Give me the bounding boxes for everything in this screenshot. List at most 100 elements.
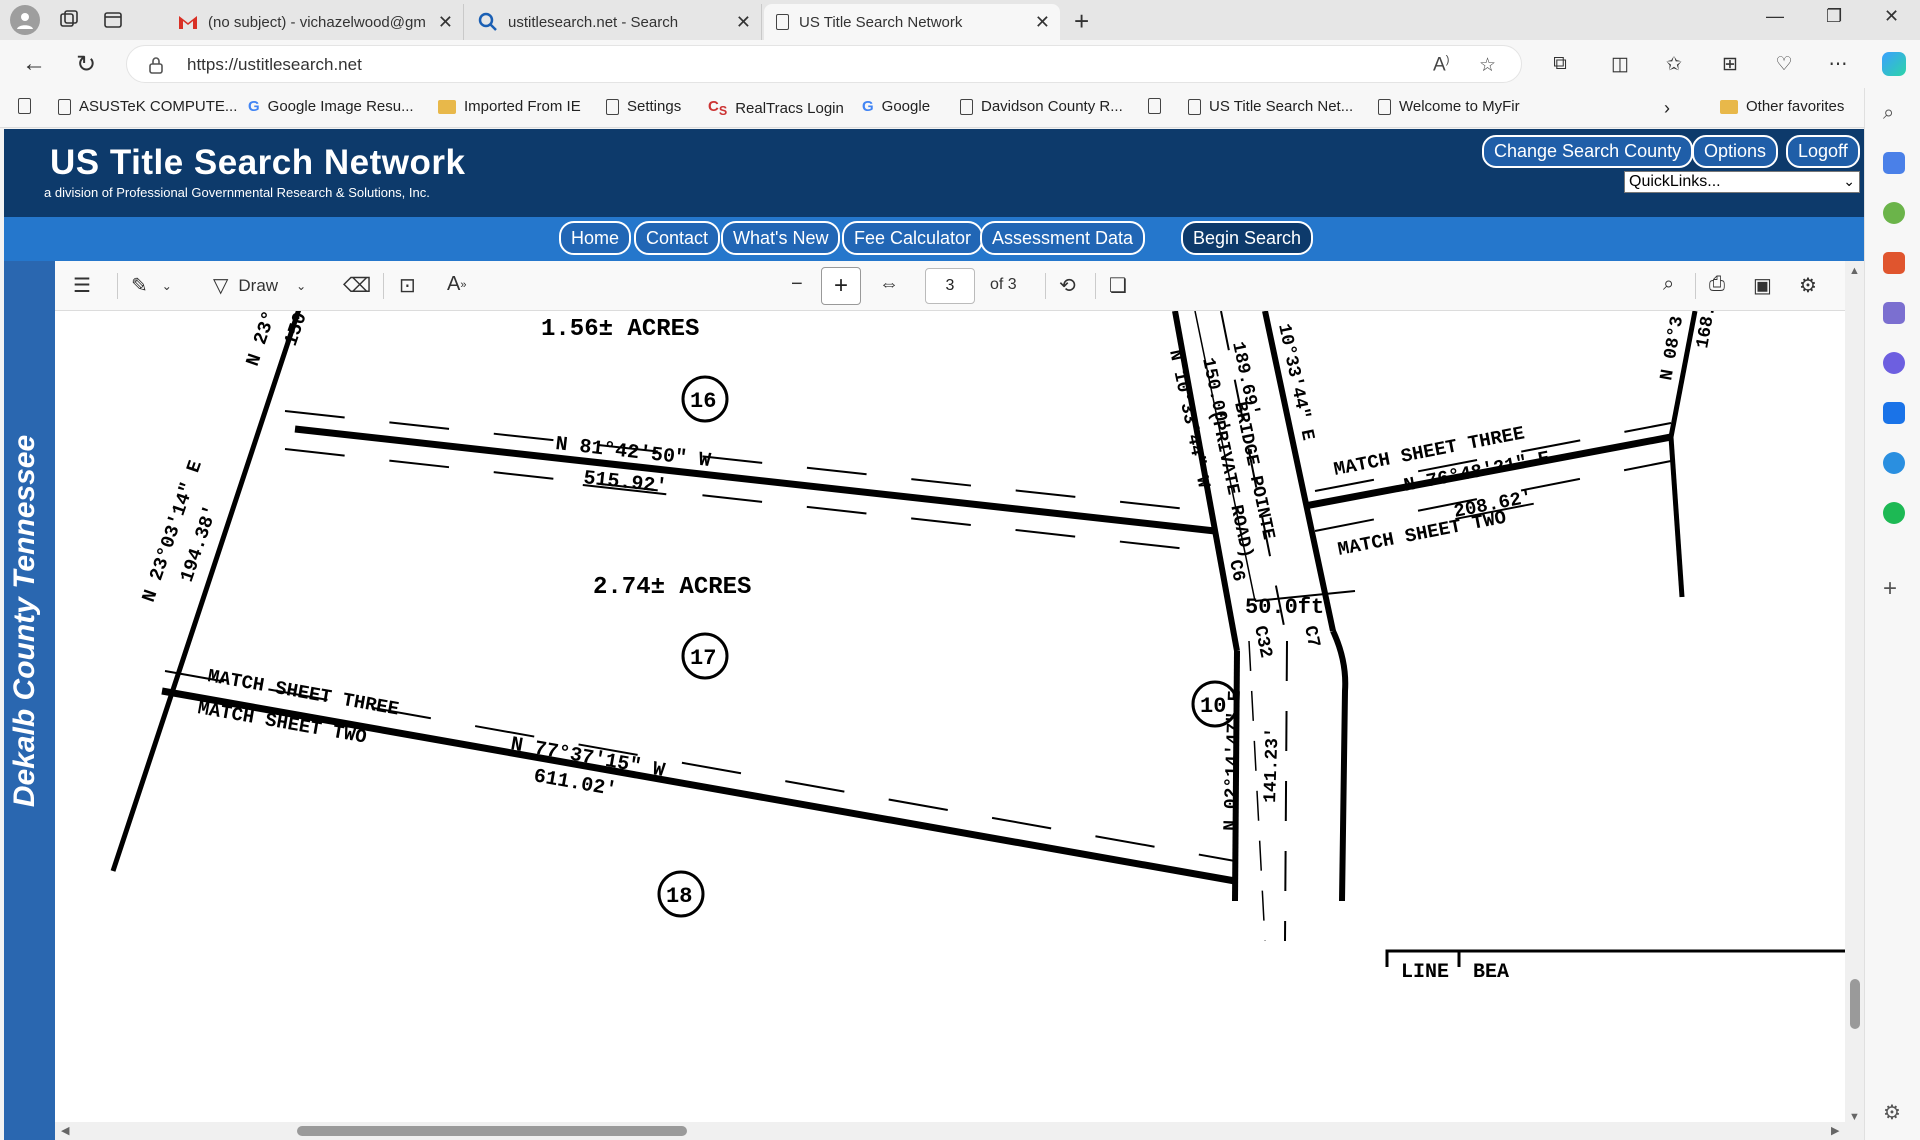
close-tab-icon[interactable]: ✕ [1035,12,1050,33]
scroll-down-icon[interactable]: ▼ [1849,1111,1860,1123]
workspaces-icon[interactable] [54,5,84,35]
extensions-icon[interactable]: ⧉ [1548,52,1572,76]
gmail-icon [179,16,197,29]
outlook-icon[interactable] [1883,402,1905,424]
page-view-icon[interactable]: ❏ [1109,273,1127,298]
browser-essentials-icon[interactable]: ♡ [1772,52,1796,76]
tab-title: (no subject) - vichazelwood@gm [208,13,426,31]
draw-tool[interactable]: ▽ Draw ⌄ [213,273,306,298]
copilot-sidebar-icon[interactable] [1883,352,1905,374]
site-header: US Title Search Network a division of Pr… [4,129,1864,217]
bookmark-apps[interactable] [18,98,39,114]
read-aloud-icon[interactable]: A» [447,273,466,296]
favorite-star-icon[interactable]: ☆ [1479,54,1496,77]
divider [117,273,118,299]
toolbox-icon[interactable] [1883,252,1905,274]
logoff-button[interactable]: Logoff [1786,135,1860,168]
collections-icon[interactable]: ⊞ [1718,52,1742,76]
bookmark-item[interactable]: ASUSTeK COMPUTE... [58,98,237,115]
telegram-icon[interactable] [1883,452,1905,474]
nav-assessment-data[interactable]: Assessment Data [980,221,1146,255]
bookmark-item[interactable]: G Google Image Resu... [248,98,414,115]
change-search-county-button[interactable]: Change Search County [1482,135,1694,168]
other-favorites[interactable]: Other favorites [1720,98,1844,115]
shopping-tag-icon[interactable] [1883,152,1905,174]
page-number-input[interactable]: 3 [925,268,975,304]
horizontal-scrollbar[interactable]: ◀ ▶ [55,1122,1845,1140]
nav-home[interactable]: Home [559,221,632,255]
tab-us-title-search[interactable]: US Title Search Network ✕ [764,4,1060,40]
minimize-button[interactable]: — [1766,6,1784,27]
zoom-in-button[interactable]: + [821,267,861,305]
spotify-icon[interactable] [1883,502,1905,524]
quicklinks-select[interactable]: QuickLinks... ⌄ [1624,171,1860,193]
contents-icon[interactable]: ☰ [73,273,91,298]
restore-button[interactable]: ❐ [1826,6,1842,27]
read-aloud-icon[interactable]: A) [1433,54,1449,76]
bookmark-label: Davidson County R... [981,98,1123,115]
print-icon[interactable]: ⎙ [1709,273,1725,296]
scroll-up-icon[interactable]: ▲ [1849,265,1860,277]
fit-width-icon[interactable]: ⇔ [879,273,899,296]
options-button[interactable]: Options [1692,135,1779,168]
nav-whats-new[interactable]: What's New [721,221,841,255]
bookmark-item[interactable]: G Google [862,98,930,115]
tab-actions-icon[interactable] [98,5,128,35]
settings-icon[interactable]: ⚙ [1799,273,1817,298]
games-icon[interactable] [1883,302,1905,324]
lot-number-17: 17 [690,646,716,671]
tab-search[interactable]: ustitlesearch.net - Search ✕ [466,4,762,40]
new-tab-button[interactable]: + [1074,6,1089,37]
more-menu-icon[interactable]: ⋯ [1826,52,1850,76]
text-box-icon[interactable]: ⊡ [399,273,416,298]
divider [1695,273,1696,299]
copilot-icon[interactable] [1882,52,1906,76]
scroll-right-icon[interactable]: ▶ [1831,1124,1839,1137]
bookmarks-overflow-icon[interactable]: › [1664,98,1670,119]
vertical-scrollbar[interactable]: ▲ ▼ [1845,261,1864,1140]
zoom-out-icon[interactable]: − [791,273,803,296]
bookmark-item[interactable]: CS RealTracs Login [708,98,844,118]
bookmark-label: ASUSTeK COMPUTE... [79,98,238,115]
bookmark-item[interactable]: Davidson County R... [960,98,1123,115]
back-button[interactable]: ← [22,50,46,78]
bookmark-item[interactable]: Imported From IE [438,98,581,115]
sidebar-settings-icon[interactable]: ⚙ [1883,1100,1905,1124]
split-screen-icon[interactable]: ◫ [1608,52,1632,76]
draw-icon: ▽ [213,275,229,297]
chevron-down-icon: ⌄ [296,278,307,293]
bookmark-item[interactable] [1148,98,1169,114]
county-label: Dekalb County Tennessee [8,434,41,808]
bookmark-item[interactable]: US Title Search Net... [1188,98,1353,115]
nav-fee-calculator[interactable]: Fee Calculator [842,221,984,255]
vertical-scroll-thumb[interactable] [1850,979,1860,1029]
close-tab-icon[interactable]: ✕ [438,12,453,33]
highlight-icon[interactable]: ✎ ⌄ [131,273,172,298]
search-icon[interactable]: ⌕ [1883,102,1905,124]
close-window-button[interactable]: ✕ [1884,6,1899,27]
google-icon: G [248,98,260,115]
profile-icon[interactable] [10,5,40,35]
tree-icon[interactable] [1883,202,1905,224]
page-icon [960,98,973,115]
nav-contact[interactable]: Contact [634,221,721,255]
horizontal-scroll-thumb[interactable] [297,1126,687,1136]
close-tab-icon[interactable]: ✕ [736,12,751,33]
add-sidebar-icon[interactable]: + [1883,577,1905,601]
refresh-button[interactable]: ↻ [76,50,96,79]
scroll-left-icon[interactable]: ◀ [61,1124,69,1137]
bookmark-item[interactable]: Settings [606,98,681,115]
quicklinks-value: QuickLinks... [1629,173,1721,190]
page-icon [776,14,789,30]
distance-road-c: 141.23' [1261,727,1284,803]
eraser-icon[interactable]: ⌫ [343,273,371,298]
rotate-icon[interactable]: ⟲ [1059,273,1076,298]
tab-gmail[interactable]: (no subject) - vichazelwood@gm ✕ [166,4,464,40]
search-icon[interactable]: ⌕ [1663,273,1674,296]
address-bar[interactable]: https://ustitlesearch.net A) ☆ [126,45,1522,83]
bookmark-item[interactable]: Welcome to MyFir [1378,98,1520,115]
save-icon[interactable]: ▣ [1753,273,1772,298]
chevron-down-icon: ⌄ [161,278,172,293]
favorites-icon[interactable]: ✩ [1662,52,1686,76]
nav-begin-search[interactable]: Begin Search [1181,221,1314,255]
